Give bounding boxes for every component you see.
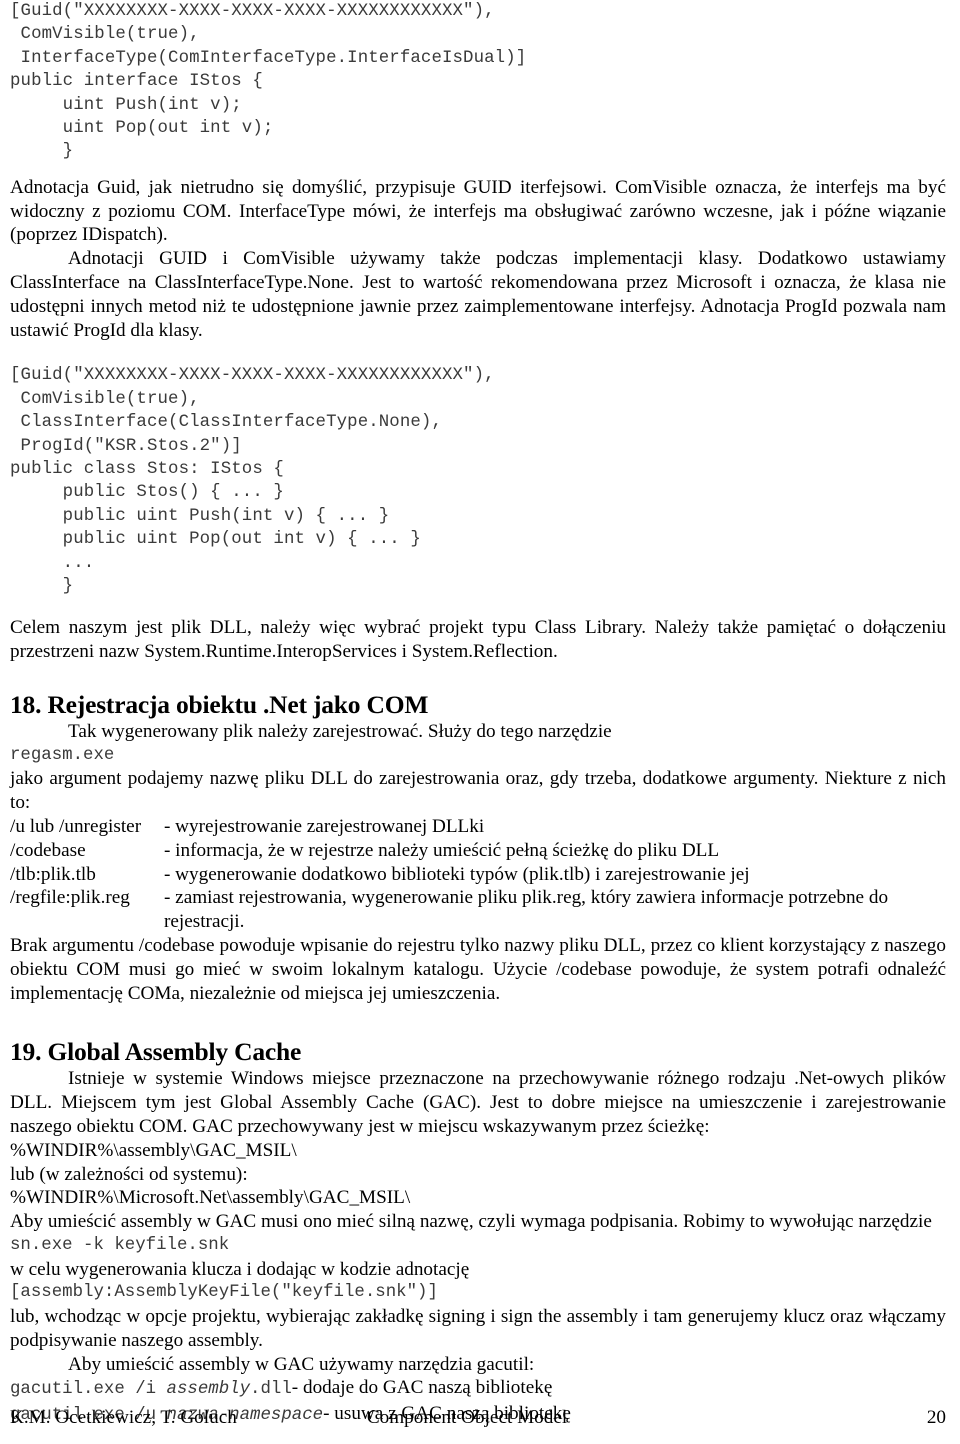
code-line: uint Push(int v); [10, 95, 242, 115]
command-regasm: regasm.exe [10, 745, 115, 765]
switch-key: /u lub /unregister [10, 816, 142, 838]
code-line: public Stos() { ... } [10, 483, 284, 503]
footer-authors: K.M. Ocetkiewicz, T. Goluch [10, 1407, 237, 1428]
page-footer: K.M. Ocetkiewicz, T. Goluch Component Ob… [10, 1406, 946, 1430]
command-placeholder: assembly [166, 1380, 251, 1400]
code-line: ComVisible(true), [10, 389, 200, 409]
paragraph-class-library: Celem naszym jest plik DLL, należy więc … [10, 617, 946, 663]
paragraph-regasm-intro: Tak wygenerowany plik należy zarejestrow… [68, 721, 612, 743]
paragraph-gac-intro: Istnieje w systemie Windows miejsce prze… [10, 1068, 946, 1138]
document-page: [Guid("XXXXXXXX-XXXX-XXXX-XXXX-XXXXXXXXX… [0, 0, 960, 1444]
heading-section-19: 19. Global Assembly Cache [10, 1037, 302, 1067]
code-line: [Guid("XXXXXXXX-XXXX-XXXX-XXXX-XXXXXXXXX… [10, 366, 495, 386]
heading-section-18: 18. Rejestracja obiektu .Net jako COM [10, 690, 429, 720]
switch-key: /tlb:plik.tlb [10, 863, 96, 885]
command-sn-exe: sn.exe -k keyfile.snk [10, 1236, 230, 1256]
path-gac-msil: %WINDIR%\assembly\GAC_MSIL\ [10, 1139, 297, 1161]
path-gac-msil-alt: %WINDIR%\Microsoft.Net\assembly\GAC_MSIL… [10, 1187, 411, 1209]
footer-page-number: 20 [926, 1407, 946, 1428]
code-line: public uint Pop(out int v) { ... } [10, 530, 421, 550]
paragraph-gacutil-intro: Aby umieścić assembly w GAC używamy narz… [68, 1353, 535, 1375]
paragraph-strong-name: Aby umieścić assembly w GAC musi ono mie… [10, 1211, 932, 1233]
code-line: ComVisible(true), [10, 25, 200, 45]
list-item: /u lub /unregister - wyrejestrowanie zar… [10, 815, 946, 839]
list-item: gacutil.exe /i assembly.dll - dodaje do … [10, 1376, 946, 1402]
switch-description: - wygenerowanie dodatkowo biblioteki typ… [164, 863, 750, 885]
code-line: ... [10, 553, 95, 573]
list-item: /tlb:plik.tlb - wygenerowanie dodatkowo … [10, 863, 946, 887]
code-line: InterfaceType(ComInterfaceType.Interface… [10, 48, 527, 68]
code-line: ClassInterface(ClassInterfaceType.None), [10, 413, 442, 433]
switch-description: - zamiast rejestrowania, wygenerowanie p… [164, 887, 889, 909]
code-block-interface: [Guid("XXXXXXXX-XXXX-XXXX-XXXX-XXXXXXXXX… [10, 0, 946, 164]
paragraph-classinterface-explained: Adnotacji GUID i ComVisible używamy takż… [10, 248, 946, 341]
code-line: [Guid("XXXXXXXX-XXXX-XXXX-XXXX-XXXXXXXXX… [10, 2, 495, 21]
paragraph-annotations-explained: Adnotacja Guid, jak nietrudno się domyśl… [10, 176, 946, 246]
code-line: ProgId("KSR.Stos.2")] [10, 436, 242, 456]
paragraph-signing-option: lub, wchodząc w opcje projektu, wybieraj… [10, 1306, 946, 1351]
code-line: } [10, 577, 74, 597]
paragraph-codebase-note: Brak argumentu /codebase powoduje wpisan… [10, 935, 946, 1004]
command-description: - dodaje do GAC naszą bibliotekę [291, 1377, 553, 1399]
command-suffix: .dll [250, 1380, 292, 1400]
code-line: } [10, 142, 74, 162]
list-item: /codebase - informacja, że w rejestrze n… [10, 839, 946, 863]
regasm-switch-list: /u lub /unregister - wyrejestrowanie zar… [10, 815, 946, 934]
paragraph-after-sn: w celu wygenerowania klucza i dodając w … [10, 1258, 470, 1280]
switch-description-continued: rejestracji. [164, 911, 245, 933]
code-line: public uint Push(int v) { ... } [10, 506, 390, 526]
switch-key: /regfile:plik.reg [10, 887, 130, 909]
code-assembly-keyfile-attribute: [assembly:AssemblyKeyFile("keyfile.snk")… [10, 1283, 438, 1303]
list-item: /regfile:plik.reg - zamiast rejestrowani… [10, 886, 946, 910]
command-prefix: gacutil.exe /i [10, 1380, 167, 1400]
label-alternate-path: lub (w zależności od systemu): [10, 1163, 248, 1185]
code-line: uint Pop(out int v); [10, 119, 274, 139]
command-gacutil-install: gacutil.exe /i assembly.dll [10, 1378, 292, 1402]
switch-key: /codebase [10, 839, 86, 861]
paragraph-regasm-arguments: jako argument podajemy nazwę pliku DLL d… [10, 768, 946, 814]
code-line: public class Stos: IStos { [10, 460, 284, 480]
code-line: public interface IStos { [10, 72, 263, 92]
switch-description: - informacja, że w rejestrze należy umie… [164, 839, 720, 861]
footer-title: Component Object Model [366, 1407, 568, 1428]
switch-description: - wyrejestrowanie zarejestrowanej DLLki [164, 816, 485, 838]
code-block-class: [Guid("XXXXXXXX-XXXX-XXXX-XXXX-XXXXXXXXX… [10, 364, 946, 598]
